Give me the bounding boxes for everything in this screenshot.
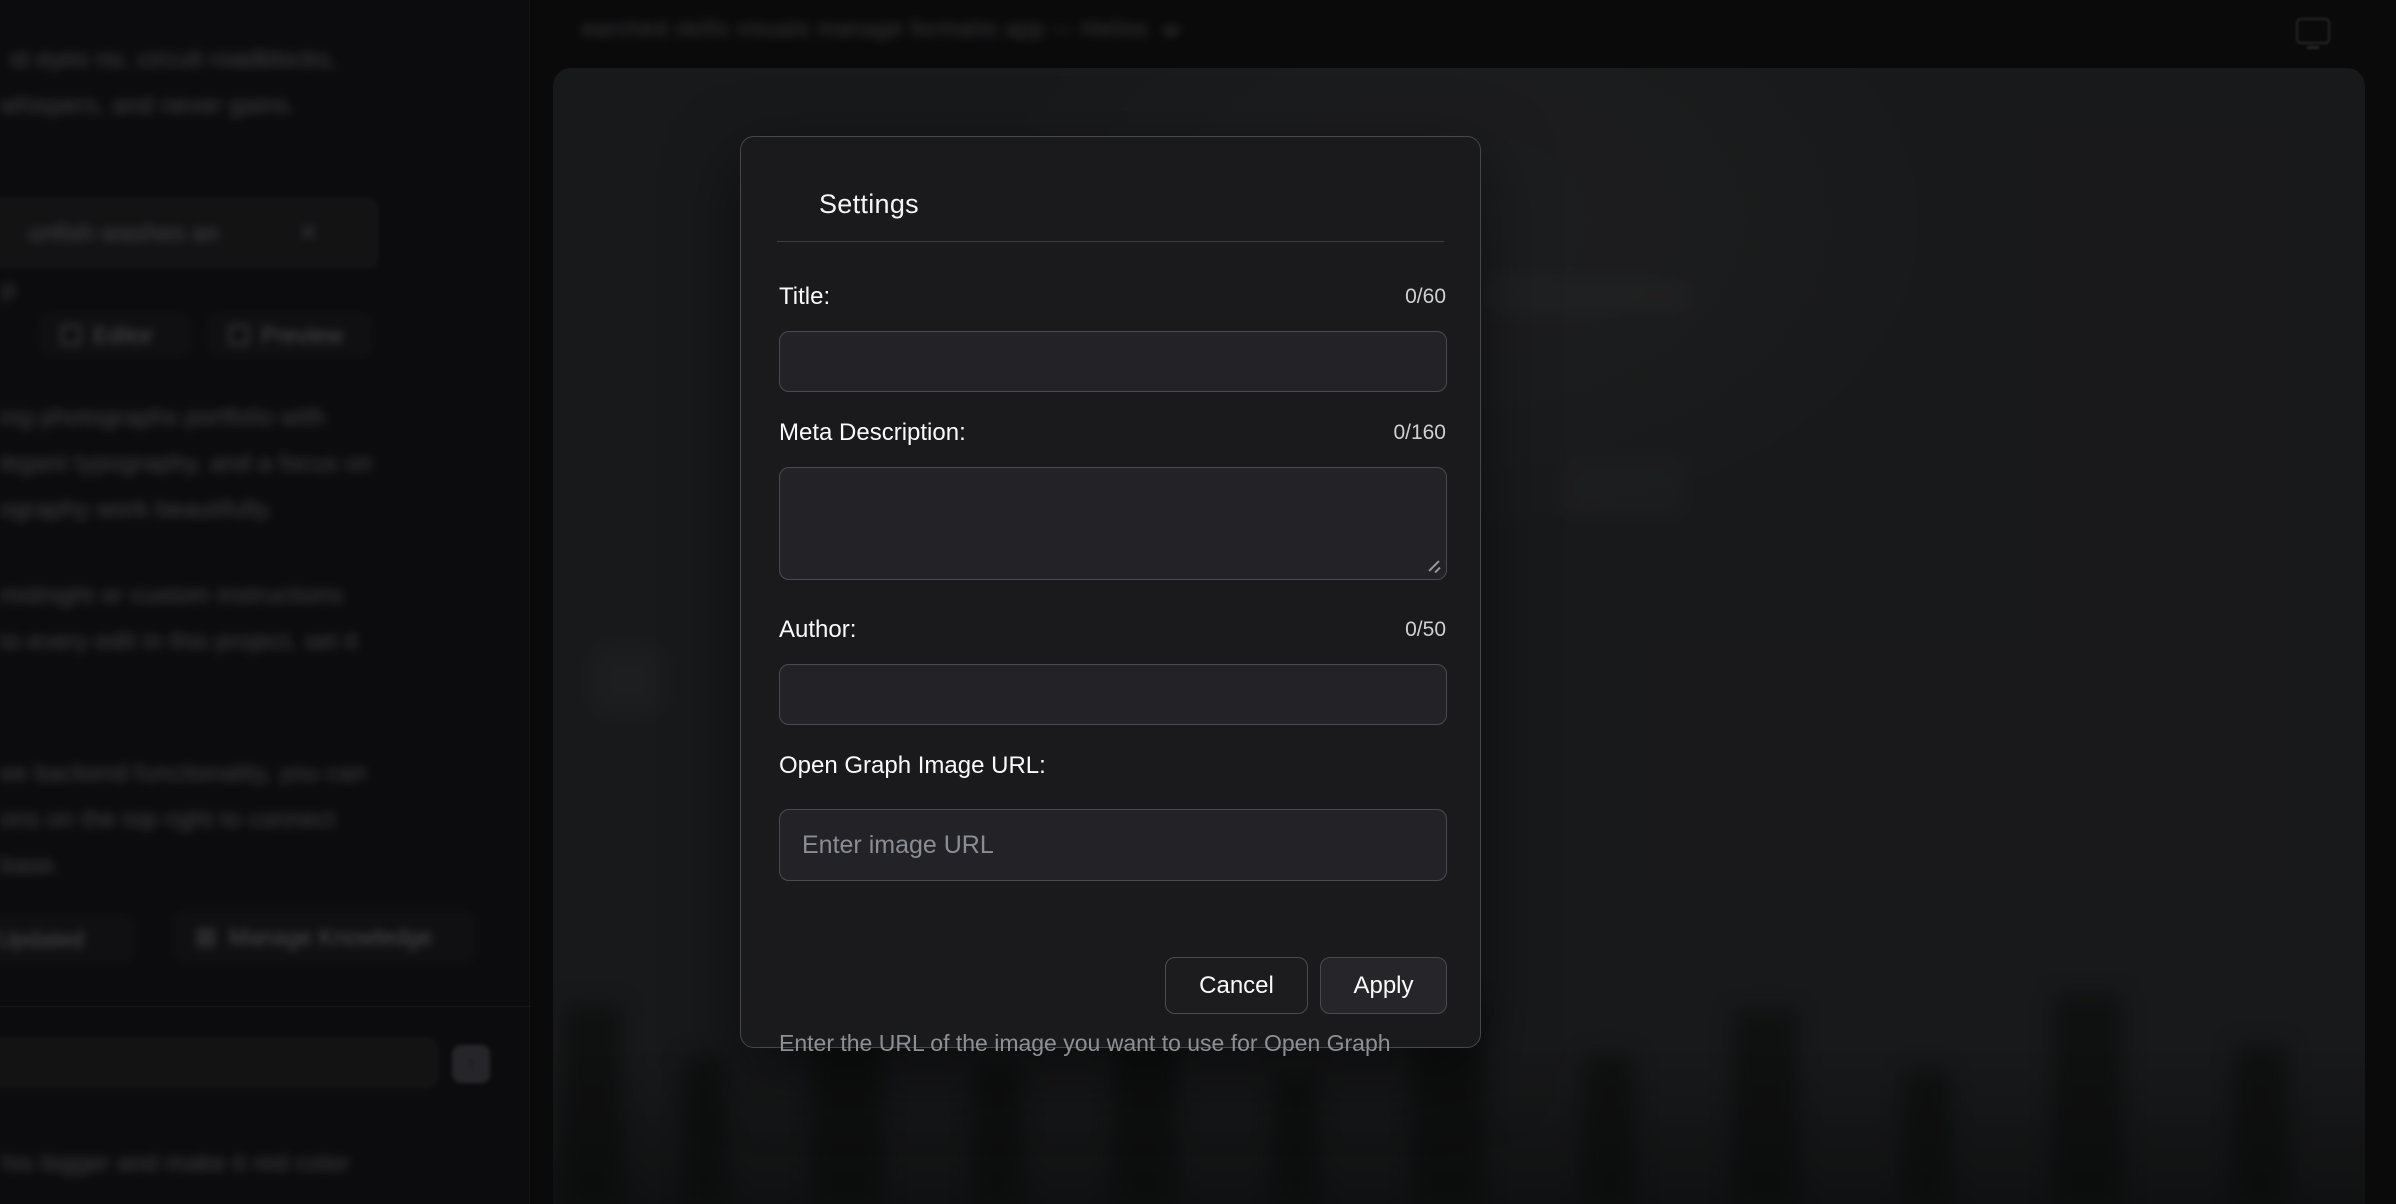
author-input[interactable] (779, 664, 1447, 725)
title-label: Title: (779, 283, 830, 311)
og-image-url-helper: Enter the URL of the image you want to u… (779, 1030, 1391, 1057)
cancel-button[interactable]: Cancel (1165, 957, 1308, 1014)
settings-dialog: Settings Title: 0/60 Meta Description: 0… (740, 136, 1481, 1048)
og-image-url-label: Open Graph Image URL: (779, 752, 1046, 780)
og-image-url-input[interactable] (779, 809, 1447, 881)
author-label: Author: (779, 616, 856, 644)
dialog-title: Settings (819, 189, 919, 220)
meta-description-char-counter: 0/160 (1393, 421, 1446, 445)
title-char-counter: 0/60 (1405, 285, 1446, 309)
app-screen: earched skills visuals manage formatio a… (0, 0, 2396, 1204)
apply-button[interactable]: Apply (1320, 957, 1447, 1014)
meta-description-label: Meta Description: (779, 419, 966, 447)
title-input[interactable] (779, 331, 1447, 392)
meta-description-textarea[interactable] (779, 467, 1447, 580)
dialog-divider (777, 241, 1444, 242)
author-char-counter: 0/50 (1405, 618, 1446, 642)
